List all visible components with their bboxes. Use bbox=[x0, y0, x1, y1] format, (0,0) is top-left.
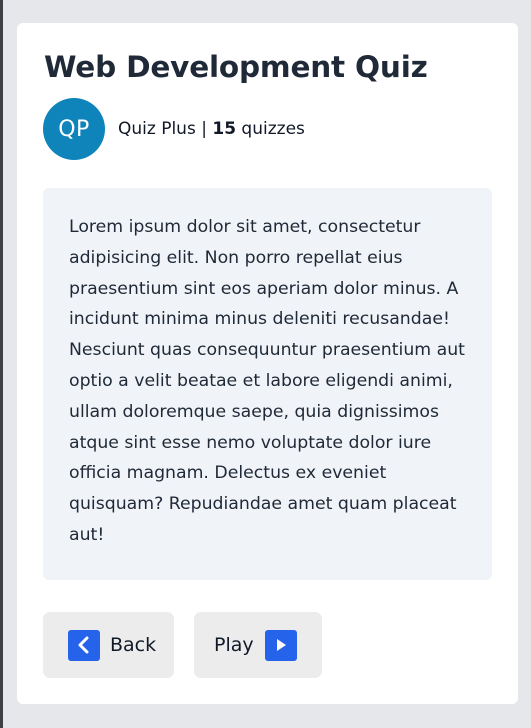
play-button-label: Play bbox=[214, 634, 254, 656]
quiz-count-label: quizzes bbox=[236, 119, 305, 139]
author-avatar[interactable]: QP bbox=[43, 98, 105, 160]
author-separator: | bbox=[195, 119, 213, 139]
play-button[interactable]: Play bbox=[194, 612, 322, 678]
chevron-left-icon bbox=[68, 629, 100, 661]
description-panel: Lorem ipsum dolor sit amet, consectetur … bbox=[43, 188, 492, 580]
author-name[interactable]: Quiz Plus bbox=[118, 119, 196, 139]
quiz-card: Web Development Quiz QP Quiz Plus | 15 q… bbox=[17, 23, 518, 704]
back-button[interactable]: Back bbox=[43, 612, 174, 678]
window-edge bbox=[0, 0, 3, 728]
author-row: QP Quiz Plus | 15 quizzes bbox=[43, 98, 305, 160]
quiz-count: 15 bbox=[212, 119, 237, 139]
back-button-label: Back bbox=[110, 634, 157, 656]
quiz-description: Lorem ipsum dolor sit amet, consectetur … bbox=[69, 217, 465, 545]
play-icon bbox=[264, 629, 297, 661]
author-info: Quiz Plus | 15 quizzes bbox=[118, 119, 305, 139]
quiz-title: Web Development Quiz bbox=[44, 50, 428, 84]
